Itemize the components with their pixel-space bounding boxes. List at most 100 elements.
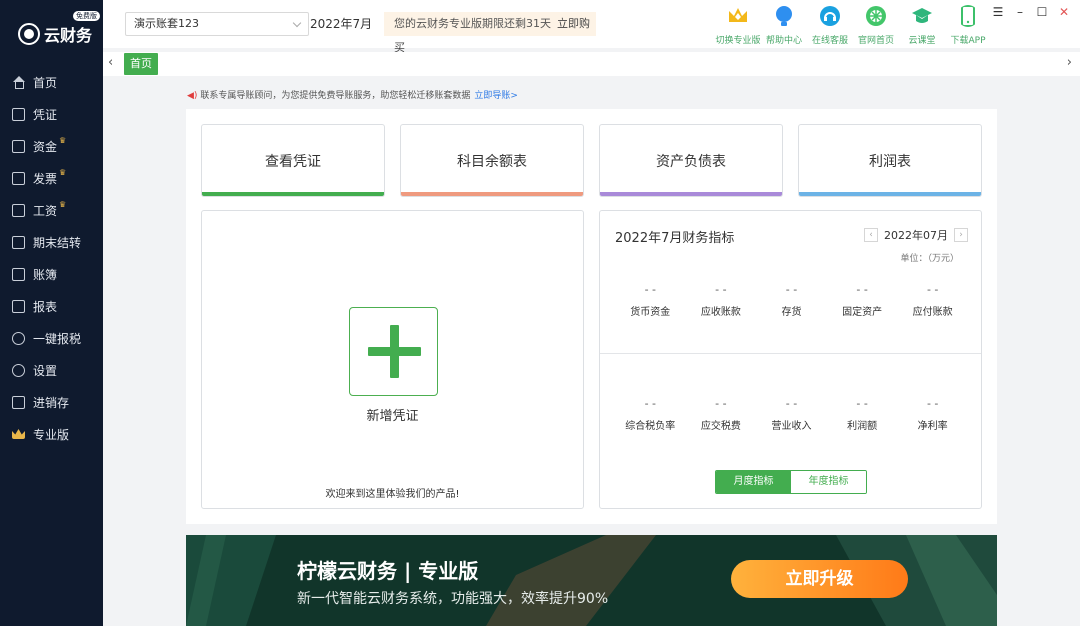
switch-pro-button[interactable]: 切换专业版 xyxy=(715,3,761,46)
card-label: 查看凭证 xyxy=(265,153,321,170)
sidebar-item-salary[interactable]: 工资 ♛ xyxy=(0,194,103,226)
tab-yearly-indicators[interactable]: 年度指标 xyxy=(791,471,866,493)
metric-row-profit: - - 综合税负率 - - 应交税费 - - 营业收入 - - 利润额 - - 净利率 xyxy=(615,397,968,432)
sidebar-item-inventory[interactable]: 进销存 xyxy=(0,386,103,418)
report-icon xyxy=(12,299,25,313)
voucher-icon xyxy=(12,107,25,121)
card-accent-bar xyxy=(600,192,782,196)
headset-icon xyxy=(820,6,840,26)
sidebar-item-label: 工资 xyxy=(33,203,58,218)
migrate-now-link[interactable]: 立即导账> xyxy=(474,91,518,101)
income-statement-card[interactable]: 利润表 xyxy=(798,124,982,197)
sidebar-item-tax[interactable]: 一键报税 xyxy=(0,322,103,354)
header-toolbar: 切换专业版 帮助中心 在线客服 官网首页 云课堂 下载APP xyxy=(715,3,991,46)
next-period-button[interactable]: › xyxy=(954,228,968,242)
speaker-icon: ◀) xyxy=(187,91,198,101)
edition-badge: 免费版 xyxy=(73,11,100,21)
sidebar-item-label: 一键报税 xyxy=(33,331,82,346)
metric-name: 应交税费 xyxy=(700,421,741,432)
metric-revenue: - - 营业收入 xyxy=(756,397,827,432)
window-controls: ☰ – ☐ ✕ xyxy=(992,5,1070,19)
lemon-icon xyxy=(866,6,886,26)
sidebar-nav: 首页 凭证 资金 ♛ 发票 ♛ 工资 ♛ 期末结转 账簿 报表 一键报税 设置 进销存… xyxy=(0,66,103,450)
metric-value: - - xyxy=(785,283,798,296)
metric-name: 应付账款 xyxy=(912,307,953,318)
cloud-class-button[interactable]: 云课堂 xyxy=(899,3,945,46)
metric-name: 净利率 xyxy=(917,421,948,432)
app-logo[interactable]: 云财务 xyxy=(18,22,92,46)
tax-icon xyxy=(12,331,25,345)
top-bar: 演示账套123 2022年7月 您的云财务专业版期限还剩31天 立即购买 切换专业… xyxy=(103,0,1080,54)
sidebar-item-pro[interactable]: 专业版 xyxy=(0,418,103,450)
minimize-icon[interactable]: – xyxy=(1014,5,1026,19)
upgrade-now-button[interactable]: 立即升级 xyxy=(731,560,908,598)
card-label: 资产负债表 xyxy=(656,153,726,170)
new-voucher-panel: 新增凭证 欢迎来到这里体验我们的产品! xyxy=(201,210,584,509)
current-period[interactable]: 2022年7月 xyxy=(310,15,372,32)
prev-period-button[interactable]: ‹ xyxy=(864,228,878,242)
metric-receivables: - - 应收账款 xyxy=(686,283,757,318)
chevron-down-icon xyxy=(292,18,302,28)
sidebar-item-label: 首页 xyxy=(33,75,58,90)
settings-icon xyxy=(12,363,25,377)
menu-icon[interactable]: ☰ xyxy=(992,5,1004,19)
tool-label: 帮助中心 xyxy=(765,36,802,46)
metric-name: 利润额 xyxy=(847,421,878,432)
account-select[interactable]: 演示账套123 xyxy=(125,12,309,36)
sidebar-item-settings[interactable]: 设置 xyxy=(0,354,103,386)
download-app-button[interactable]: 下载APP xyxy=(945,3,991,46)
help-center-button[interactable]: 帮助中心 xyxy=(761,3,807,46)
chevron-right-icon[interactable]: › xyxy=(1067,55,1072,70)
financial-indicators-panel: 2022年7月财务指标 ‹ 2022年07月 › 单位：（万元） - - 货币资金… xyxy=(599,210,982,509)
balance-sheet-card[interactable]: 资产负债表 xyxy=(599,124,783,197)
metric-value: - - xyxy=(926,283,939,296)
tab-monthly-indicators[interactable]: 月度指标 xyxy=(716,471,791,493)
sidebar-item-voucher[interactable]: 凭证 xyxy=(0,98,103,130)
tool-label: 下载APP xyxy=(950,36,986,46)
indicator-period[interactable]: 2022年07月 xyxy=(884,227,948,243)
ledger-icon xyxy=(12,267,25,281)
metric-cash: - - 货币资金 xyxy=(615,283,686,318)
add-voucher-button[interactable] xyxy=(349,307,438,396)
upgrade-banner[interactable]: 柠檬云财务 | 专业版 新一代智能云财务系统，功能强大，效率提升90% 立即升级 xyxy=(186,535,997,626)
sidebar-item-period-close[interactable]: 期末结转 xyxy=(0,226,103,258)
sidebar-item-invoice[interactable]: 发票 ♛ xyxy=(0,162,103,194)
tool-label: 云课堂 xyxy=(908,36,936,46)
metric-net-margin: - - 净利率 xyxy=(897,397,968,432)
card-accent-bar xyxy=(401,192,583,196)
close-icon[interactable]: ✕ xyxy=(1058,5,1070,19)
online-support-button[interactable]: 在线客服 xyxy=(807,3,853,46)
sidebar-item-report[interactable]: 报表 xyxy=(0,290,103,322)
metric-name: 营业收入 xyxy=(771,421,812,432)
new-voucher-label[interactable]: 新增凭证 xyxy=(202,405,583,424)
account-select-value: 演示账套123 xyxy=(134,17,199,30)
metric-value: - - xyxy=(926,397,939,410)
tool-label: 官网首页 xyxy=(857,36,894,46)
expiry-notice: 您的云财务专业版期限还剩31天 立即购买 xyxy=(384,12,596,54)
metric-name: 存货 xyxy=(781,307,802,318)
official-site-button[interactable]: 官网首页 xyxy=(853,3,899,46)
migration-notice: ◀) 联系专属导账顾问，为您提供免费导账服务，助您轻松迁移账套数据 立即导账> xyxy=(187,88,518,101)
metric-name: 固定资产 xyxy=(842,307,883,318)
tab-strip: ‹ 首页 › xyxy=(103,52,1080,76)
metric-value: - - xyxy=(644,283,657,296)
metric-value: - - xyxy=(785,397,798,410)
chevron-left-icon[interactable]: ‹ xyxy=(108,55,113,70)
indicator-toggle: 月度指标 年度指标 xyxy=(715,470,867,494)
home-icon xyxy=(12,75,25,89)
inventory-icon xyxy=(12,395,25,409)
account-balance-card[interactable]: 科目余额表 xyxy=(400,124,584,197)
sidebar-item-home[interactable]: 首页 xyxy=(0,66,103,98)
sidebar: 云财务 免费版 首页 凭证 资金 ♛ 发票 ♛ 工资 ♛ 期末结转 账簿 报表 一键报… xyxy=(0,0,103,626)
metric-inventory: - - 存货 xyxy=(756,283,827,318)
sidebar-item-label: 凭证 xyxy=(33,107,58,122)
tab-home[interactable]: 首页 xyxy=(124,53,158,75)
maximize-icon[interactable]: ☐ xyxy=(1036,5,1048,19)
card-label: 利润表 xyxy=(869,153,911,170)
sidebar-item-label: 设置 xyxy=(33,363,58,378)
sidebar-item-fund[interactable]: 资金 ♛ xyxy=(0,130,103,162)
phone-icon xyxy=(961,5,975,27)
view-voucher-card[interactable]: 查看凭证 xyxy=(201,124,385,197)
sidebar-item-label: 账簿 xyxy=(33,267,58,282)
sidebar-item-ledger[interactable]: 账簿 xyxy=(0,258,103,290)
